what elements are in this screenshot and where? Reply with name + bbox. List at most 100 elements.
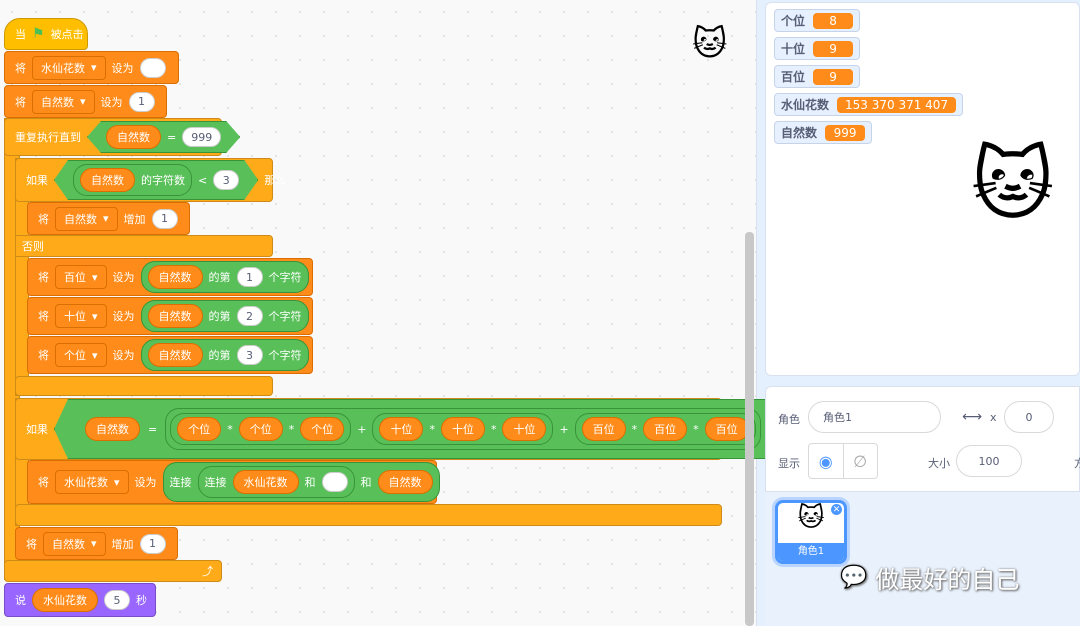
value-input[interactable] xyxy=(139,57,166,78)
and-label: 和 xyxy=(304,476,316,489)
variable-dropdown[interactable]: 水仙花数 ▾ xyxy=(32,55,106,80)
var-reporter[interactable]: 自然数 xyxy=(147,343,203,367)
change-natural-block-2[interactable]: 将 自然数 ▾ 增加 1 xyxy=(15,527,178,560)
less-than-condition[interactable]: 自然数 的字符数 < 3 xyxy=(54,160,258,200)
length-reporter[interactable]: 自然数 的字符数 xyxy=(73,164,192,196)
dropdown-arrow-icon: ▾ xyxy=(92,270,98,284)
hat-label-2: 被点击 xyxy=(50,28,84,41)
eye-icon[interactable]: ◉ xyxy=(809,444,844,478)
op: < xyxy=(198,173,208,187)
var-reporter[interactable]: 十位 xyxy=(441,417,485,441)
sum-reporter[interactable]: 个位 * 个位 * 个位 + 十位 * 十位 * 十位 + 百位 * 百位 * 百位 xyxy=(165,408,760,450)
var-reporter[interactable]: 自然数 xyxy=(147,304,203,328)
space-input[interactable] xyxy=(321,472,348,492)
equals-condition[interactable]: 自然数 = 个位 * 个位 * 个位 + 十位 * 十位 * 十位 + 百位 * 百位 * 百位 xyxy=(54,399,792,459)
var-reporter[interactable]: 自然数 xyxy=(106,125,161,149)
join-reporter[interactable]: 连接 连接 水仙花数和 和 自然数 xyxy=(162,462,440,502)
code-workspace[interactable]: 当 ⚑ 被点击 将 水仙花数 ▾ 设为 将 自然数 ▾ 设为 1 重复执行直到 自然… xyxy=(0,0,820,626)
value-input[interactable]: 1 xyxy=(139,533,166,554)
value-input[interactable]: 999 xyxy=(182,127,221,147)
var-name: 水仙花数 xyxy=(64,476,108,489)
var-reporter[interactable]: 水仙花数 xyxy=(32,588,98,612)
inner-join-reporter[interactable]: 连接 水仙花数和 xyxy=(197,466,355,498)
op: * xyxy=(631,422,638,436)
variable-monitor[interactable]: 百位 9 xyxy=(774,65,861,88)
cube-tens[interactable]: 十位 * 十位 * 十位 xyxy=(372,413,553,445)
var-reporter[interactable]: 百位 xyxy=(582,417,626,441)
sprite-thumb-name: 角色1 xyxy=(778,543,844,561)
value-input[interactable]: 1 xyxy=(128,91,155,112)
verb: 将 xyxy=(38,349,49,362)
letter-of-reporter[interactable]: 自然数 的第 1 个字符 xyxy=(140,261,309,293)
repeat-until-block[interactable]: 重复执行直到 自然数 = 999 xyxy=(4,118,222,156)
cube-ones[interactable]: 个位 * 个位 * 个位 xyxy=(170,413,351,445)
value-input[interactable]: 1 xyxy=(151,208,178,229)
monitor-label: 水仙花数 xyxy=(781,98,830,112)
stage[interactable]: 个位 8 十位 9 百位 9 水仙花数 153 370 371 407 自然数 999 🐱 xyxy=(765,2,1080,376)
index-input[interactable]: 3 xyxy=(236,345,263,365)
var-reporter[interactable]: 自然数 xyxy=(147,265,203,289)
workspace-scrollbar[interactable] xyxy=(745,232,754,626)
monitor-label: 个位 xyxy=(781,14,806,28)
variable-dropdown[interactable]: 自然数 ▾ xyxy=(43,531,106,556)
change-natural-block[interactable]: 将 自然数 ▾ 增加 1 xyxy=(27,202,190,235)
equals-condition[interactable]: 自然数 = 999 xyxy=(87,121,240,153)
set-digit-block[interactable]: 将 百位 ▾ 设为 自然数 的第 1 个字符 xyxy=(27,258,313,296)
value-input[interactable]: 3 xyxy=(213,170,239,190)
char-label: 个字符 xyxy=(268,271,302,284)
if-label: 如果 xyxy=(26,423,48,436)
monitor-label: 自然数 xyxy=(781,126,818,140)
x-input[interactable]: 0 xyxy=(1004,401,1054,433)
set-label: 设为 xyxy=(111,61,134,75)
if-block[interactable]: 如果 自然数 的字符数 < 3 那么 xyxy=(15,158,286,202)
variable-dropdown[interactable]: 自然数 ▾ xyxy=(55,206,118,231)
letter-of-reporter[interactable]: 自然数 的第 2 个字符 xyxy=(140,300,309,332)
delete-sprite-icon[interactable]: ✕ xyxy=(830,503,843,516)
set-digit-block[interactable]: 将 个位 ▾ 设为 自然数 的第 3 个字符 xyxy=(27,336,313,374)
variable-monitor[interactable]: 个位 8 xyxy=(774,9,861,32)
monitor-label: 百位 xyxy=(781,70,806,84)
variable-dropdown[interactable]: 个位 ▾ xyxy=(55,343,107,367)
var-reporter[interactable]: 个位 xyxy=(300,417,344,441)
set-digit-block[interactable]: 将 十位 ▾ 设为 自然数 的第 2 个字符 xyxy=(27,297,313,335)
var-reporter[interactable]: 自然数 xyxy=(377,470,433,494)
size-input[interactable]: 100 xyxy=(956,445,1022,477)
variable-monitor[interactable]: 水仙花数 153 370 371 407 xyxy=(774,93,964,116)
char-label: 个字符 xyxy=(268,310,302,323)
var-reporter[interactable]: 个位 xyxy=(177,417,221,441)
when-flag-clicked-block[interactable]: 当 ⚑ 被点击 xyxy=(4,18,88,50)
var-reporter[interactable]: 百位 xyxy=(643,417,687,441)
if-narcissistic-block[interactable]: 如果 自然数 = 个位 * 个位 * 个位 + 十位 * 十位 * 十位 + 百位 * 百位 * 百位 … xyxy=(15,398,820,460)
var-reporter[interactable]: 百位 xyxy=(705,417,749,441)
secs-input[interactable]: 5 xyxy=(104,590,130,610)
say-block[interactable]: 说 水仙花数 5 秒 xyxy=(4,583,156,617)
var-reporter[interactable]: 自然数 xyxy=(85,417,140,441)
variable-dropdown[interactable]: 自然数 ▾ xyxy=(32,89,95,114)
set-join-block[interactable]: 将 水仙花数 ▾ 设为 连接 连接 水仙花数和 和 自然数 xyxy=(27,460,440,504)
hat-label: 当 xyxy=(15,28,26,41)
unit-label: 秒 xyxy=(136,594,147,607)
variable-dropdown[interactable]: 十位 ▾ xyxy=(55,304,107,328)
set-narcissistic-block[interactable]: 将 水仙花数 ▾ 设为 xyxy=(4,51,179,84)
index-input[interactable]: 2 xyxy=(236,306,263,326)
variable-dropdown[interactable]: 水仙花数 ▾ xyxy=(55,470,129,494)
cat-sprite-icon: 🐱 xyxy=(971,138,1055,231)
letter-of-reporter[interactable]: 自然数 的第 3 个字符 xyxy=(140,339,309,371)
variable-monitor[interactable]: 自然数 999 xyxy=(774,121,873,144)
var-reporter[interactable]: 自然数 xyxy=(80,168,135,192)
var-reporter[interactable]: 十位 xyxy=(502,417,546,441)
eye-hidden-icon[interactable]: ∅ xyxy=(844,444,878,478)
verb: 将 xyxy=(15,95,26,109)
show-label: 显示 xyxy=(778,457,800,470)
cat-sprite-corner-icon: 🐱 xyxy=(692,24,728,64)
set-label: 设为 xyxy=(100,95,123,109)
cube-hundreds[interactable]: 百位 * 百位 * 百位 xyxy=(575,413,756,445)
set-natural-block[interactable]: 将 自然数 ▾ 设为 1 xyxy=(4,85,167,118)
var-reporter[interactable]: 个位 xyxy=(239,417,283,441)
sprite-name-input[interactable]: 角色1 xyxy=(808,401,941,433)
variable-dropdown[interactable]: 百位 ▾ xyxy=(55,265,107,289)
var-reporter[interactable]: 十位 xyxy=(379,417,423,441)
index-input[interactable]: 1 xyxy=(236,267,263,287)
var-reporter[interactable]: 水仙花数 xyxy=(232,470,299,494)
variable-monitor[interactable]: 十位 9 xyxy=(774,37,861,60)
